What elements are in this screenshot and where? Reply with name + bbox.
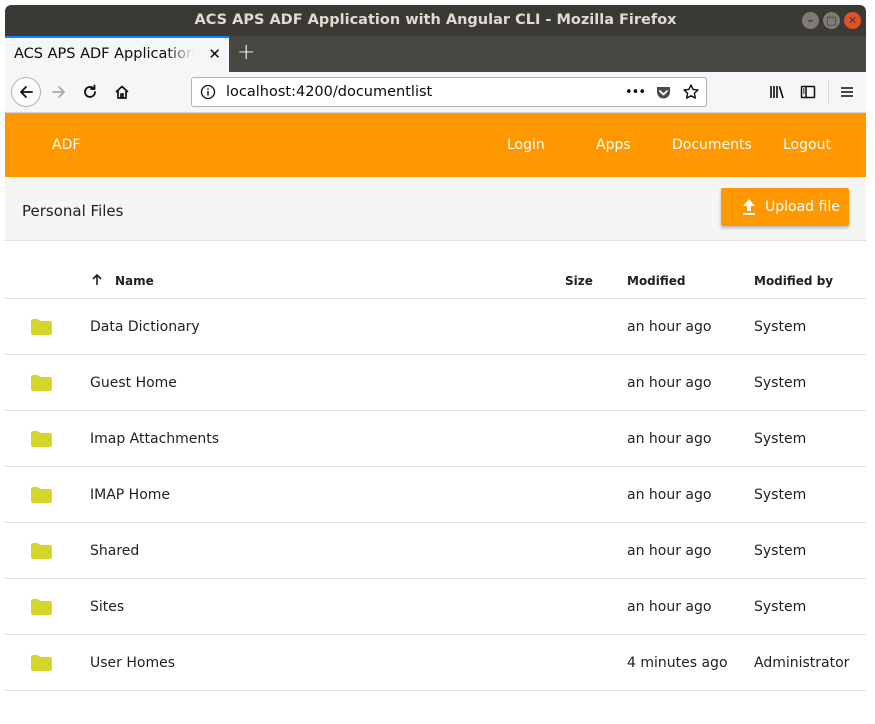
file-name[interactable]: Shared xyxy=(90,543,139,559)
file-name[interactable]: User Homes xyxy=(90,655,175,671)
sort-ascending-icon[interactable] xyxy=(91,273,103,286)
url-actions: ••• xyxy=(625,83,700,101)
navigation-bar: localhost:4200/documentlist ••• xyxy=(5,72,866,113)
file-modified: an hour ago xyxy=(627,375,712,391)
window-titlebar: ACS APS ADF Application with Angular CLI… xyxy=(5,5,866,36)
browser-tab[interactable]: ACS APS ADF Application with Angular CLI… xyxy=(5,36,229,72)
sidebar-icon xyxy=(800,85,816,99)
column-name-header[interactable]: Name xyxy=(115,274,154,288)
tab-close-icon[interactable]: ✕ xyxy=(208,45,221,63)
forward-button[interactable] xyxy=(45,78,73,106)
sidebar-button[interactable] xyxy=(794,78,822,106)
file-modified: an hour ago xyxy=(627,487,712,503)
folder-icon xyxy=(31,375,52,391)
folder-icon xyxy=(31,487,52,503)
folder-icon xyxy=(31,543,52,559)
url-bar[interactable]: localhost:4200/documentlist ••• xyxy=(191,77,707,107)
upload-file-button[interactable]: Upload file xyxy=(721,188,849,226)
folder-icon xyxy=(31,599,52,615)
upload-file-label: Upload file xyxy=(765,199,840,215)
document-toolbar: Personal Files Upload file xyxy=(5,177,866,241)
column-modified-by-header[interactable]: Modified by xyxy=(754,274,833,288)
library-button[interactable] xyxy=(763,78,791,106)
table-row[interactable]: Imap Attachments an hour ago System xyxy=(5,411,866,467)
forward-arrow-icon xyxy=(52,86,65,98)
new-tab-button[interactable]: + xyxy=(237,40,255,65)
browser-window: ACS APS ADF Application with Angular CLI… xyxy=(5,5,866,720)
app-header: ADF Login Apps Documents Logout xyxy=(5,113,866,177)
url-text[interactable]: localhost:4200/documentlist xyxy=(226,84,432,100)
file-modified-by: System xyxy=(754,375,807,391)
hamburger-menu-icon xyxy=(841,87,853,97)
upload-icon xyxy=(743,199,755,215)
home-button[interactable] xyxy=(108,78,136,106)
page-actions-icon[interactable]: ••• xyxy=(625,85,646,100)
app-brand[interactable]: ADF xyxy=(52,137,80,153)
folder-icon xyxy=(31,655,52,671)
table-row[interactable]: User Homes 4 minutes ago Administrator xyxy=(5,635,866,691)
table-body: Data Dictionary an hour ago System Guest… xyxy=(5,299,866,691)
file-name[interactable]: Imap Attachments xyxy=(90,431,219,447)
table-row[interactable]: Guest Home an hour ago System xyxy=(5,355,866,411)
file-modified-by: System xyxy=(754,319,807,335)
file-modified-by: System xyxy=(754,431,807,447)
tab-strip: ACS APS ADF Application with Angular CLI… xyxy=(5,36,866,72)
bookmark-star-icon[interactable] xyxy=(682,83,700,101)
tab-title: ACS APS ADF Application with Angular CLI xyxy=(14,46,194,62)
file-modified-by: Administrator xyxy=(754,655,850,671)
file-modified-by: System xyxy=(754,599,807,615)
file-modified-by: System xyxy=(754,543,807,559)
file-name[interactable]: Data Dictionary xyxy=(90,319,200,335)
reload-button[interactable] xyxy=(76,78,104,106)
close-window-icon[interactable]: ✕ xyxy=(844,12,861,29)
file-name[interactable]: Sites xyxy=(90,599,124,615)
home-icon xyxy=(115,85,129,99)
table-header: Name Size Modified Modified by xyxy=(5,243,866,299)
file-modified: an hour ago xyxy=(627,599,712,615)
file-modified: 4 minutes ago xyxy=(627,655,728,671)
toolbar-separator xyxy=(828,80,829,104)
column-size-header[interactable]: Size xyxy=(565,274,593,288)
table-row[interactable]: Shared an hour ago System xyxy=(5,523,866,579)
column-modified-header[interactable]: Modified xyxy=(627,274,686,288)
window-title: ACS APS ADF Application with Angular CLI… xyxy=(194,12,677,28)
file-modified: an hour ago xyxy=(627,543,712,559)
library-icon xyxy=(770,86,784,99)
maximize-icon[interactable]: □ xyxy=(823,12,840,29)
pocket-icon[interactable] xyxy=(655,84,672,101)
nav-logout[interactable]: Logout xyxy=(783,137,831,153)
menu-button[interactable] xyxy=(833,78,861,106)
nav-apps[interactable]: Apps xyxy=(596,137,631,153)
table-row[interactable]: IMAP Home an hour ago System xyxy=(5,467,866,523)
minimize-icon[interactable]: – xyxy=(802,12,819,29)
file-name[interactable]: IMAP Home xyxy=(90,487,170,503)
info-icon[interactable] xyxy=(200,84,216,100)
folder-icon xyxy=(31,431,52,447)
table-row[interactable]: Sites an hour ago System xyxy=(5,579,866,635)
nav-documents[interactable]: Documents xyxy=(672,137,752,153)
file-name[interactable]: Guest Home xyxy=(90,375,177,391)
document-list: Name Size Modified Modified by Data Dict… xyxy=(5,243,866,691)
file-modified: an hour ago xyxy=(627,319,712,335)
nav-login[interactable]: Login xyxy=(507,137,545,153)
reload-icon xyxy=(84,84,96,98)
file-modified-by: System xyxy=(754,487,807,503)
folder-icon xyxy=(31,319,52,335)
file-modified: an hour ago xyxy=(627,431,712,447)
breadcrumb[interactable]: Personal Files xyxy=(22,202,123,220)
table-row[interactable]: Data Dictionary an hour ago System xyxy=(5,299,866,355)
back-button[interactable] xyxy=(11,77,41,107)
back-arrow-icon xyxy=(20,86,33,98)
